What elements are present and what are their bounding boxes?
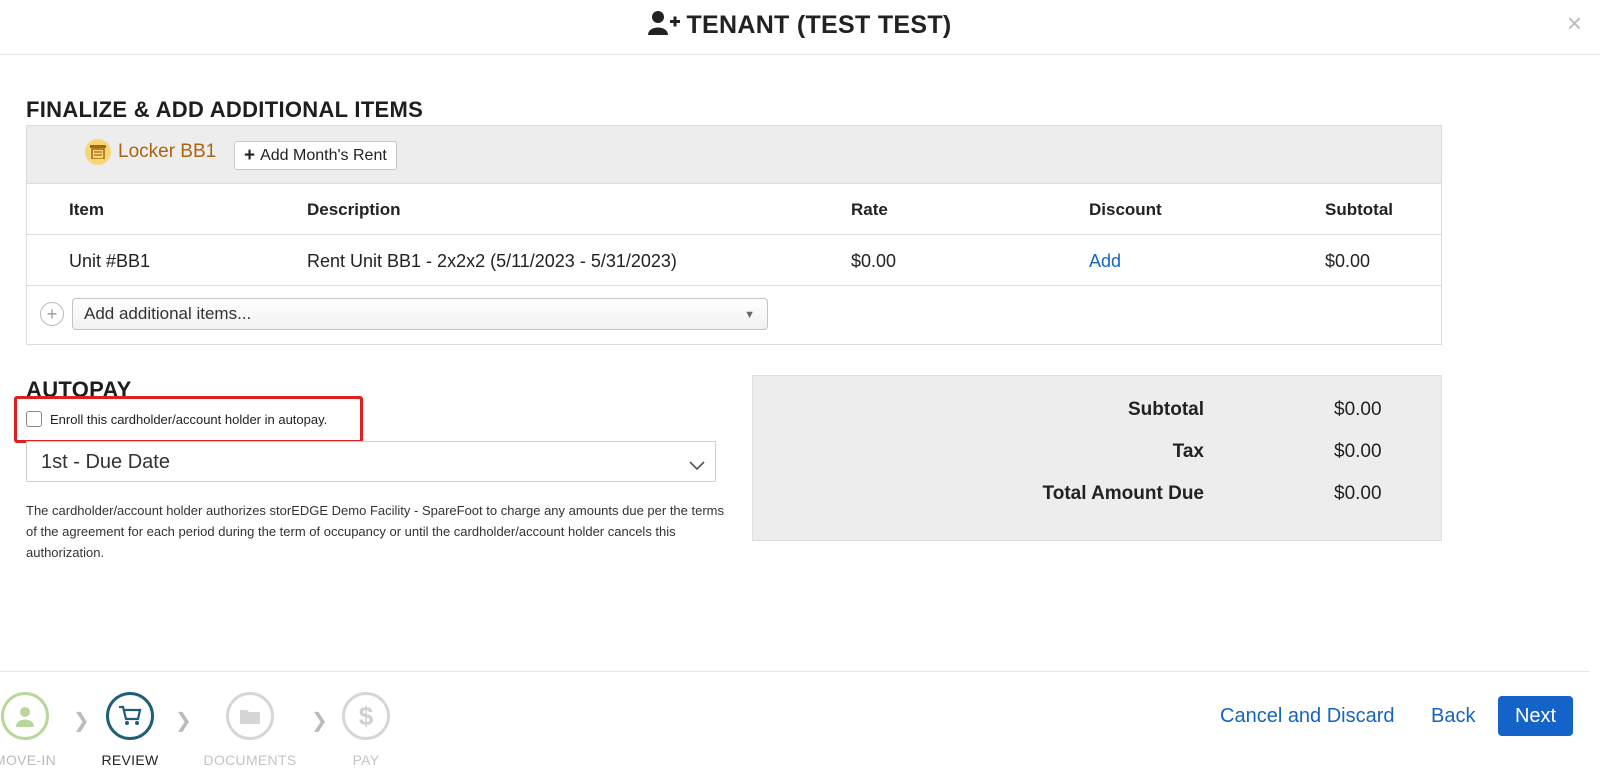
add-items-placeholder: Add additional items... bbox=[84, 304, 252, 323]
plus-icon: + bbox=[244, 144, 256, 166]
step-documents-label: DOCUMENTS bbox=[203, 752, 297, 768]
caret-down-icon: ▼ bbox=[744, 309, 755, 321]
table-header: Item Description Rate Discount Subtotal bbox=[27, 184, 1441, 235]
table-row: Unit #BB1 Rent Unit BB1 - 2x2x2 (5/11/20… bbox=[27, 235, 1441, 286]
tax-value: $0.00 bbox=[1334, 441, 1382, 462]
folder-icon bbox=[226, 692, 274, 740]
unit-label: Locker BB1 bbox=[118, 141, 217, 162]
step-documents[interactable]: DOCUMENTS bbox=[190, 692, 310, 768]
total-label: Total Amount Due bbox=[1042, 483, 1204, 504]
autopay-checkbox-label: Enroll this cardholder/account holder in… bbox=[50, 411, 328, 427]
row-item: Unit #BB1 bbox=[69, 251, 151, 271]
autopay-checkbox[interactable] bbox=[26, 411, 42, 427]
step-pay[interactable]: $ PAY bbox=[306, 692, 426, 768]
add-discount-link[interactable]: Add bbox=[1089, 251, 1121, 272]
totals-panel: Subtotal $0.00 Tax $0.00 Total Amount Du… bbox=[752, 375, 1442, 541]
add-user-icon bbox=[648, 10, 681, 43]
step-review[interactable]: REVIEW bbox=[70, 692, 190, 768]
chevron-down-icon bbox=[689, 454, 705, 477]
modal-title: TENANT (TEST TEST) bbox=[0, 10, 1600, 43]
col-item: Item bbox=[69, 200, 104, 219]
tax-label: Tax bbox=[1172, 441, 1204, 462]
cancel-and-discard-link[interactable]: Cancel and Discard bbox=[1220, 705, 1395, 728]
step-review-label: REVIEW bbox=[101, 752, 159, 768]
add-circle-icon[interactable]: + bbox=[40, 302, 64, 326]
dollar-icon: $ bbox=[342, 692, 390, 740]
modal-header: TENANT (TEST TEST) × bbox=[0, 0, 1600, 55]
wizard-footer: MOVE-IN ❯ REVIEW ❯ DOCUMENTS ❯ $ PAY Can… bbox=[0, 671, 1590, 777]
finalize-section-title: FINALIZE & ADD ADDITIONAL ITEMS bbox=[26, 97, 424, 122]
row-description: Rent Unit BB1 - 2x2x2 (5/11/2023 - 5/31/… bbox=[307, 251, 677, 271]
user-icon bbox=[1, 692, 49, 740]
unit-badge: Locker BB1 bbox=[85, 139, 216, 165]
locker-icon bbox=[85, 139, 111, 165]
close-icon[interactable]: × bbox=[1567, 10, 1582, 36]
col-rate: Rate bbox=[851, 200, 888, 219]
row-subtotal: $0.00 bbox=[1325, 251, 1371, 271]
autopay-enroll[interactable]: Enroll this cardholder/account holder in… bbox=[26, 411, 327, 427]
total-value: $0.00 bbox=[1334, 483, 1382, 504]
add-months-rent-label: Add Month's Rent bbox=[260, 146, 387, 164]
unit-bar: Locker BB1 + Add Month's Rent bbox=[27, 126, 1441, 184]
add-items-row: + Add additional items... ▼ bbox=[27, 286, 1441, 344]
back-link[interactable]: Back bbox=[1431, 705, 1475, 728]
autopay-authorization-text: The cardholder/account holder authorizes… bbox=[26, 503, 725, 560]
autopay-due-date-select[interactable]: 1st - Due Date bbox=[26, 441, 716, 482]
col-subtotal: Subtotal bbox=[1325, 200, 1393, 219]
subtotal-value: $0.00 bbox=[1334, 399, 1382, 420]
due-date-value: 1st - Due Date bbox=[41, 451, 170, 473]
cart-icon bbox=[106, 692, 154, 740]
col-discount: Discount bbox=[1089, 200, 1162, 219]
row-rate: $0.00 bbox=[851, 251, 897, 271]
add-months-rent-button[interactable]: + Add Month's Rent bbox=[234, 141, 397, 170]
items-panel: Locker BB1 + Add Month's Rent Item Descr… bbox=[26, 125, 1442, 345]
step-pay-label: PAY bbox=[352, 752, 380, 768]
next-button[interactable]: Next bbox=[1498, 696, 1573, 736]
col-description: Description bbox=[307, 200, 401, 219]
add-items-select[interactable]: Add additional items... ▼ bbox=[72, 298, 768, 330]
subtotal-label: Subtotal bbox=[1128, 399, 1204, 420]
modal-title-text: TENANT (TEST TEST) bbox=[686, 11, 952, 39]
